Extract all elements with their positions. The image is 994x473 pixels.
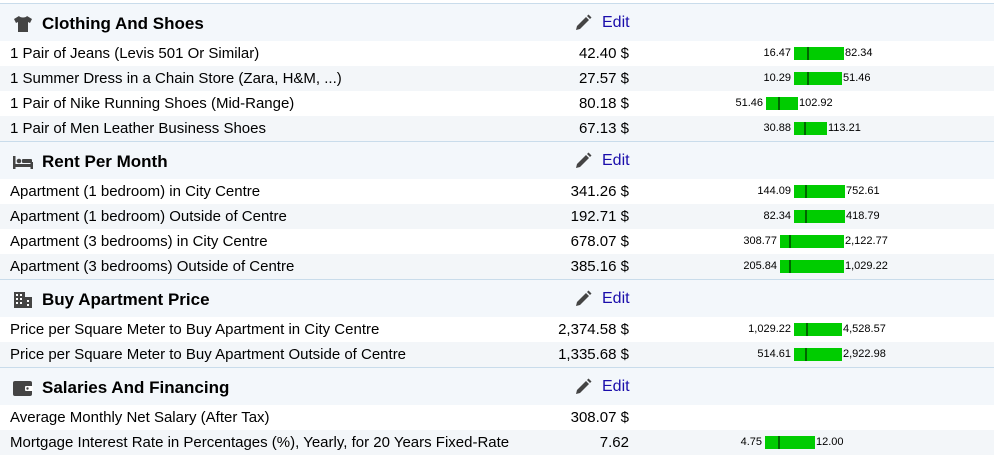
section-title: Clothing And Shoes [12,14,204,34]
range-marker [789,235,791,248]
edit-link[interactable]: Edit [574,290,630,308]
section-title-text: Buy Apartment Price [42,290,210,309]
table-row: Apartment (3 bedrooms) in City Centre 678… [0,229,994,254]
range-bar [794,122,827,135]
edit-label: Edit [602,290,630,307]
range-low: 51.46 [735,97,763,109]
range-bar [794,210,845,223]
section-title: Salaries And Financing [12,378,229,398]
range-marker [778,436,780,449]
range-marker [789,260,791,273]
range-marker [806,323,808,336]
edit-label: Edit [602,14,630,31]
range-high: 51.46 [843,72,871,84]
range-low: 514.61 [757,348,791,360]
range-bar [794,185,845,198]
table-row: Price per Square Meter to Buy Apartment … [0,317,994,342]
range-high: 102.92 [799,97,833,109]
price-range: 51.46 102.92 [0,97,994,110]
section-title-text: Clothing And Shoes [42,14,204,33]
range-low: 30.88 [763,122,791,134]
price-range: 82.34 418.79 [0,210,994,223]
range-marker [805,185,807,198]
range-marker [805,210,807,223]
section-title-text: Rent Per Month [42,152,168,171]
price-range: 1,029.22 4,528.57 [0,323,994,336]
table-row: 1 Summer Dress in a Chain Store (Zara, H… [0,66,994,91]
price-range: 308.77 2,122.77 [0,235,994,248]
range-low: 4.75 [740,436,762,448]
price-range: 16.47 82.34 [0,47,994,60]
range-low: 1,029.22 [748,323,791,335]
range-high: 2,922.98 [843,348,886,360]
section-header: Salaries And Financing Edit [0,367,994,405]
pencil-icon [574,152,592,170]
range-low: 16.47 [763,47,791,59]
range-high: 1,029.22 [845,260,888,272]
range-high: 4,528.57 [843,323,886,335]
price-range: 10.29 51.46 [0,72,994,85]
price-range: 30.88 113.21 [0,122,994,135]
price-range: 514.61 2,922.98 [0,348,994,361]
table-row: Apartment (1 bedroom) Outside of Centre 1… [0,204,994,229]
table-row: 1 Pair of Men Leather Business Shoes 67.1… [0,116,994,141]
table-row: Mortgage Interest Rate in Percentages (%… [0,430,994,455]
range-marker [804,122,806,135]
edit-link[interactable]: Edit [574,14,630,32]
section-header: Buy Apartment Price Edit [0,279,994,317]
range-low: 205.84 [743,260,777,272]
pencil-icon [574,290,592,308]
price-range: 144.09 752.61 [0,185,994,198]
table-row: Apartment (3 bedrooms) Outside of Centre… [0,254,994,279]
range-high: 418.79 [846,210,880,222]
price-range: 205.84 1,029.22 [0,260,994,273]
range-high: 2,122.77 [845,235,888,247]
range-bar [794,323,842,336]
edit-link[interactable]: Edit [574,152,630,170]
building-icon [12,291,34,309]
edit-label: Edit [602,152,630,169]
price-range: 4.75 12.00 [0,436,994,449]
range-low: 308.77 [743,235,777,247]
wallet-icon [12,379,34,397]
cost-of-living-table: Clothing And Shoes Edit 1 Pair of Jeans (L… [0,0,994,473]
edit-link[interactable]: Edit [574,378,630,396]
range-bar [794,47,844,60]
range-bar [765,436,815,449]
range-bar [766,97,798,110]
range-low: 144.09 [757,185,791,197]
item-label: Average Monthly Net Salary (After Tax) [10,409,270,426]
bed-icon [12,153,34,171]
range-high: 12.00 [816,436,844,448]
item-price: 308.07 $ [570,409,629,426]
table-row: 1 Pair of Jeans (Levis 501 Or Similar) 42… [0,41,994,66]
range-marker [778,97,780,110]
range-low: 82.34 [763,210,791,222]
section-header: Rent Per Month Edit [0,141,994,179]
range-high: 82.34 [845,47,873,59]
table-row: Price per Square Meter to Buy Apartment … [0,342,994,367]
section-title-text: Salaries And Financing [42,378,230,397]
section-title: Rent Per Month [12,152,168,172]
section-title: Buy Apartment Price [12,290,210,310]
range-marker [805,348,807,361]
range-bar [794,72,842,85]
pencil-icon [574,14,592,32]
range-high: 113.21 [828,122,861,134]
table-row: Apartment (1 bedroom) in City Centre 341.… [0,179,994,204]
section-header: Clothing And Shoes Edit [0,3,994,41]
table-row: Average Monthly Net Salary (After Tax) 30… [0,405,994,430]
range-high: 752.61 [846,185,880,197]
range-bar [794,348,842,361]
range-marker [807,72,809,85]
range-low: 10.29 [763,72,791,84]
pencil-icon [574,378,592,396]
shirt-icon [12,15,34,33]
edit-label: Edit [602,378,630,395]
range-marker [807,47,809,60]
table-row: 1 Pair of Nike Running Shoes (Mid-Range)… [0,91,994,116]
